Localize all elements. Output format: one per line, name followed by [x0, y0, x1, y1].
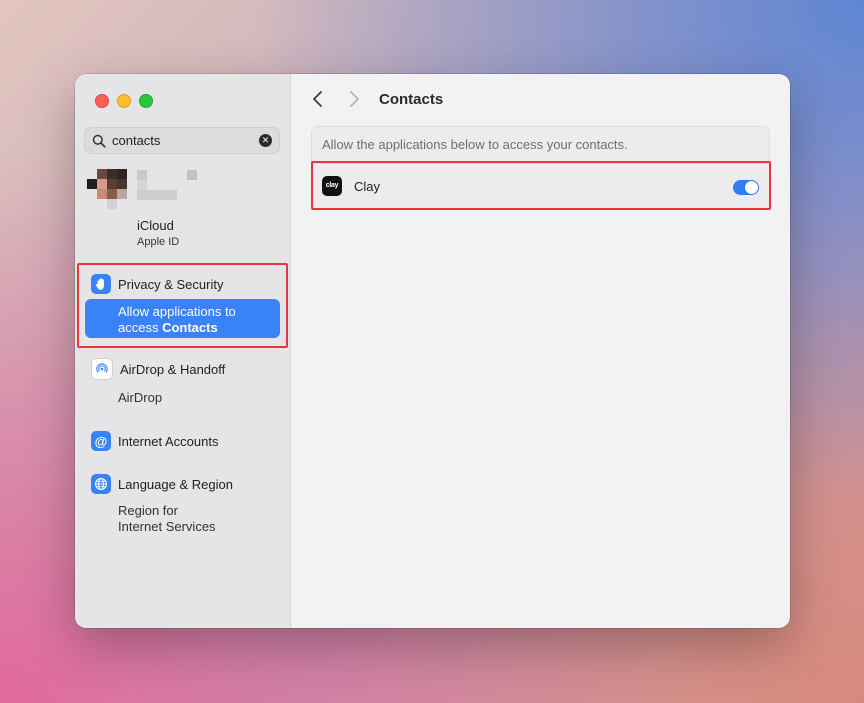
- sidebar-subitem-airdrop[interactable]: AirDrop: [118, 390, 162, 406]
- at-sign-icon: @: [91, 431, 111, 451]
- sidebar-item-label: Internet Accounts: [118, 433, 219, 449]
- chevron-left-icon[interactable]: [311, 90, 325, 108]
- minimize-window-button[interactable]: [117, 94, 131, 108]
- sidebar-item-airdrop-handoff[interactable]: AirDrop & Handoff: [91, 358, 225, 380]
- apple-id-label: Apple ID: [137, 236, 180, 248]
- subitem-line1: Region for: [118, 503, 178, 518]
- sidebar-item-label: AirDrop & Handoff: [120, 361, 226, 377]
- sidebar-item-internet-accounts[interactable]: @ Internet Accounts: [91, 431, 218, 451]
- traffic-lights: [95, 94, 153, 108]
- highlight-box-privacy: [77, 263, 288, 348]
- sidebar-item-language-region[interactable]: Language & Region: [91, 474, 233, 494]
- icloud-label[interactable]: iCloud: [137, 218, 174, 233]
- search-input[interactable]: contacts: [112, 133, 160, 148]
- system-settings-window: contacts ✕ iCloud Apple ID Privacy & Sec…: [75, 74, 790, 628]
- airdrop-icon: [91, 358, 113, 380]
- zoom-window-button[interactable]: [139, 94, 153, 108]
- panel-description: Allow the applications below to access y…: [322, 137, 628, 152]
- sidebar-item-label: Language & Region: [118, 476, 233, 492]
- page-title: Contacts: [379, 91, 444, 108]
- magnifier-icon: [92, 134, 106, 148]
- main-content: Contacts Allow the applications below to…: [291, 74, 790, 628]
- search-field[interactable]: contacts ✕: [84, 127, 280, 154]
- chevron-right-icon[interactable]: [347, 90, 361, 108]
- highlight-box-clay-row: [311, 161, 771, 210]
- avatar[interactable]: [87, 169, 127, 209]
- sidebar-subitem-region-internet-services[interactable]: Region for Internet Services: [118, 503, 216, 535]
- globe-icon: [91, 474, 111, 494]
- subitem-line2: Internet Services: [118, 519, 216, 534]
- sidebar: contacts ✕ iCloud Apple ID Privacy & Sec…: [75, 74, 291, 628]
- close-window-button[interactable]: [95, 94, 109, 108]
- clear-search-icon[interactable]: ✕: [259, 134, 272, 147]
